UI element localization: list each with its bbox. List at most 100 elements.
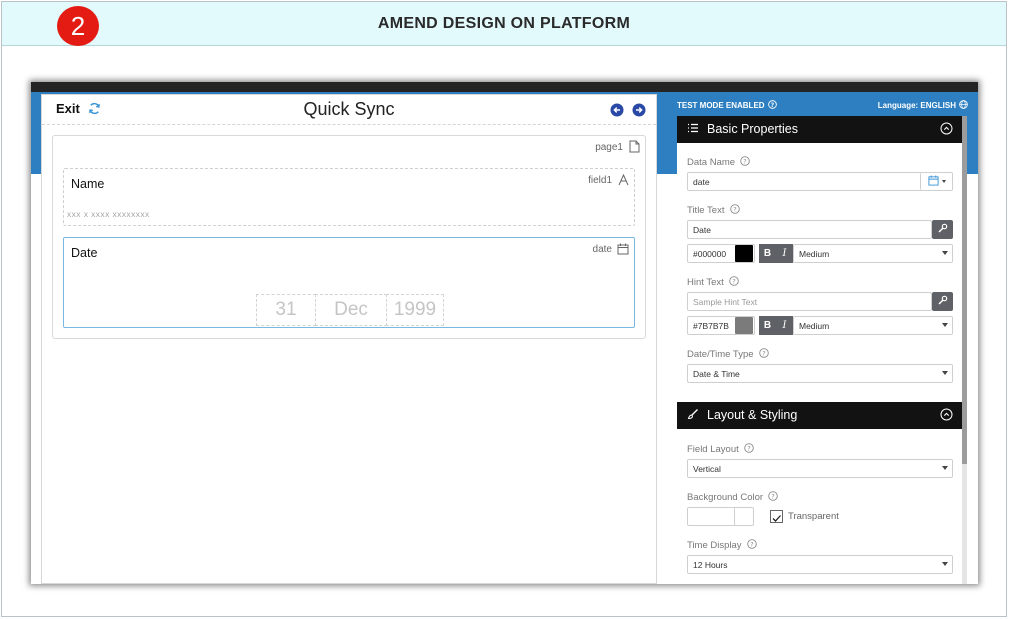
field-layout-label: Field Layout ? xyxy=(687,443,754,456)
svg-text:?: ? xyxy=(732,277,735,285)
hint-bold-button[interactable]: B xyxy=(759,316,776,335)
form-canvas: Quick Sync Exit page1 Name field1 xxx x … xyxy=(41,94,657,584)
app-screenshot: Quick Sync Exit page1 Name field1 xxx x … xyxy=(31,82,978,584)
background-color-input[interactable] xyxy=(687,507,754,526)
field-layout-select[interactable]: Vertical xyxy=(687,459,953,478)
app-top-bar xyxy=(31,82,978,92)
collapse-up-icon[interactable] xyxy=(940,408,953,424)
caret-down-icon xyxy=(942,251,948,255)
title-text-label: Title Text ? xyxy=(687,204,740,217)
transparent-label: Transparent xyxy=(788,511,839,522)
exit-button[interactable]: Exit xyxy=(56,101,80,116)
caret-down-icon xyxy=(942,466,948,470)
property-label: Title Text xyxy=(687,205,725,216)
field-id: field1 xyxy=(588,175,612,186)
help-icon[interactable]: ? xyxy=(729,204,740,217)
select-value: Vertical xyxy=(693,463,721,474)
title-bold-button[interactable]: B xyxy=(759,244,776,263)
date-time-type-select[interactable]: Date & Time xyxy=(687,364,953,383)
title-text-tool-button[interactable] xyxy=(932,220,953,239)
settings-scroll-area: Basic Properties Data Name ? date Title … xyxy=(677,116,965,584)
title-weight-select[interactable]: Medium xyxy=(793,244,953,263)
hint-text-tool-button[interactable] xyxy=(932,292,953,311)
input-value: Date xyxy=(693,224,711,235)
property-label: Date/Time Type xyxy=(687,349,754,360)
name-field[interactable]: Name field1 xxx x xxxx xxxxxxxx xyxy=(63,168,635,226)
data-name-input[interactable]: date xyxy=(687,172,953,191)
help-icon[interactable]: ? xyxy=(767,100,777,111)
wrench-icon xyxy=(937,293,948,311)
help-icon[interactable]: ? xyxy=(746,539,757,552)
property-label: Data Name xyxy=(687,157,736,168)
select-value: Date & Time xyxy=(693,368,740,379)
collapse-up-icon[interactable] xyxy=(940,122,953,138)
language-label: Language: ENGLISH xyxy=(877,101,956,110)
svg-text:?: ? xyxy=(733,205,736,213)
field-title: Name xyxy=(71,177,105,191)
calendar-icon xyxy=(617,242,629,260)
page-label: page1 xyxy=(595,142,623,153)
sync-icon[interactable] xyxy=(88,102,101,120)
layout-styling-header[interactable]: Layout & Styling xyxy=(677,402,963,429)
previous-page-button[interactable] xyxy=(610,103,624,122)
title-text-input[interactable]: Date xyxy=(687,220,932,239)
caret-down-icon xyxy=(942,562,948,566)
property-label: Time Display xyxy=(687,540,742,551)
section-title: Layout & Styling xyxy=(707,408,798,422)
hint-color-swatch[interactable] xyxy=(735,317,753,334)
text-field-icon xyxy=(618,173,629,191)
time-display-select[interactable]: 12 Hours xyxy=(687,555,953,574)
svg-text:?: ? xyxy=(747,444,750,452)
panel-scrollbar[interactable] xyxy=(962,116,967,584)
caret-down-icon xyxy=(941,180,946,183)
background-color-label: Background Color ? xyxy=(687,491,778,504)
next-page-button[interactable] xyxy=(632,103,646,122)
property-label: Background Color xyxy=(687,492,764,503)
property-label: Field Layout xyxy=(687,444,739,455)
hint-weight-select[interactable]: Medium xyxy=(793,316,953,335)
select-value: Medium xyxy=(799,248,830,259)
date-field[interactable]: Date date 31 Dec 1999 xyxy=(63,237,635,328)
property-label: Hint Text xyxy=(687,277,724,288)
help-icon[interactable]: ? xyxy=(740,156,750,169)
caret-down-icon xyxy=(942,323,948,327)
help-icon[interactable]: ? xyxy=(758,348,769,361)
hint-text-label: Hint Text ? xyxy=(687,276,739,289)
date-picker[interactable]: 31 Dec 1999 xyxy=(256,294,444,326)
page-card[interactable]: page1 Name field1 xxx x xxxx xxxxxxxx Da… xyxy=(52,135,646,339)
select-value: Medium xyxy=(799,320,830,331)
brush-icon xyxy=(687,408,699,423)
globe-icon xyxy=(959,100,968,111)
time-display-label: Time Display ? xyxy=(687,539,757,552)
year-segment[interactable]: 1999 xyxy=(386,294,444,326)
select-value: 12 Hours xyxy=(693,559,728,570)
wrench-icon xyxy=(937,221,948,239)
form-title: Quick Sync xyxy=(303,99,395,119)
help-icon[interactable]: ? xyxy=(768,491,778,504)
title-color-swatch[interactable] xyxy=(735,245,753,262)
step-banner: 2 AMEND DESIGN ON PLATFORM xyxy=(2,2,1006,46)
calendar-icon xyxy=(927,173,939,191)
scrollbar-thumb[interactable] xyxy=(962,116,967,464)
input-value: #000000 xyxy=(693,248,727,259)
background-color-divider xyxy=(734,508,735,525)
language-selector[interactable]: Language: ENGLISH xyxy=(878,100,968,111)
help-icon[interactable]: ? xyxy=(744,443,754,456)
help-icon[interactable]: ? xyxy=(729,276,739,289)
hint-text-input[interactable]: Sample Hint Text xyxy=(687,292,932,311)
field-hint: xxx x xxxx xxxxxxxx xyxy=(67,209,150,219)
caret-down-icon xyxy=(942,371,948,375)
test-mode-indicator: TEST MODE ENABLED ? xyxy=(677,100,777,111)
transparent-checkbox[interactable] xyxy=(770,510,783,523)
hint-italic-button[interactable]: I xyxy=(776,316,793,335)
svg-text:?: ? xyxy=(743,157,746,165)
day-segment[interactable]: 31 xyxy=(256,294,316,326)
data-type-dropdown[interactable] xyxy=(920,173,952,190)
month-segment[interactable]: Dec xyxy=(315,294,387,326)
svg-text:?: ? xyxy=(762,349,765,357)
title-italic-button[interactable]: I xyxy=(776,244,793,263)
svg-text:?: ? xyxy=(771,492,774,500)
canvas-header: Quick Sync Exit xyxy=(42,95,656,125)
basic-properties-header[interactable]: Basic Properties xyxy=(677,116,963,143)
field-id: date xyxy=(592,244,612,255)
